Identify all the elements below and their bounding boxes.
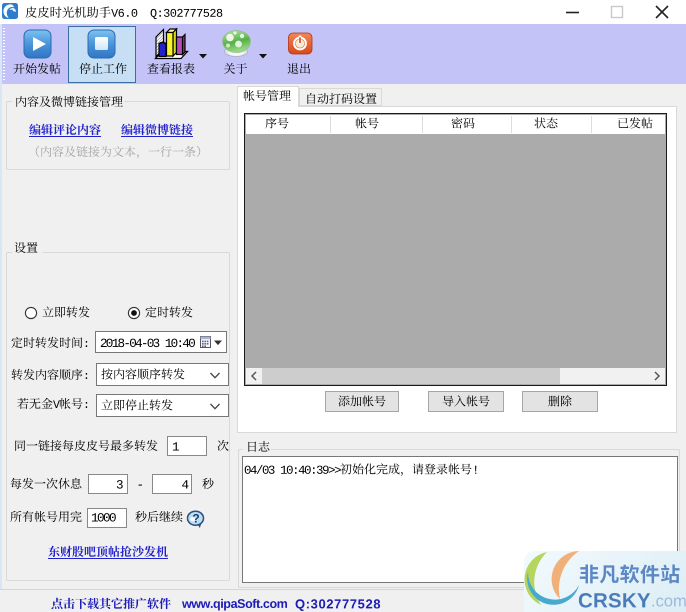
- svg-text:?: ?: [192, 511, 199, 525]
